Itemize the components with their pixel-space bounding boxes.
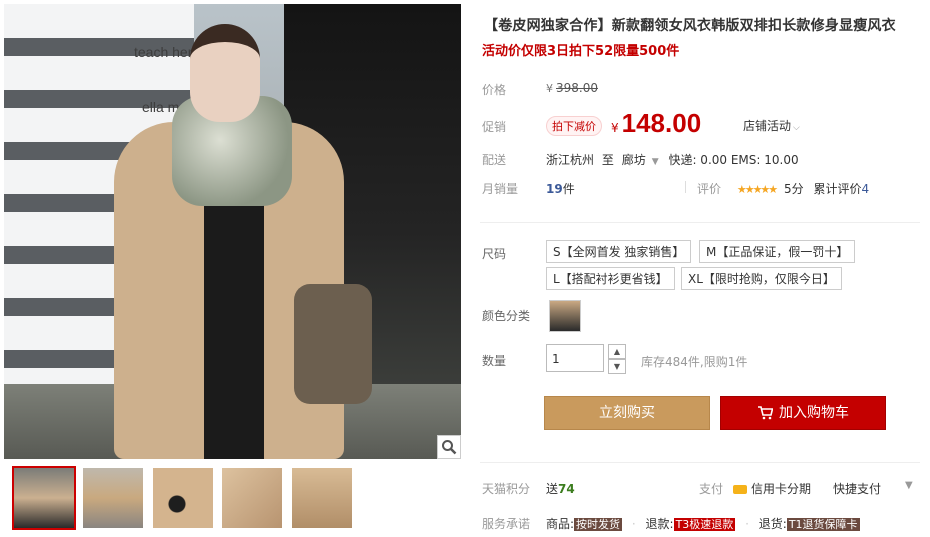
thumbnail-1[interactable]	[12, 466, 76, 530]
size-option-m[interactable]: M【正品保证，假一罚十】	[699, 240, 856, 263]
original-price-value: 398.00	[556, 81, 598, 95]
increase-button[interactable]: ▲	[608, 344, 626, 359]
quantity-label: 数量	[482, 354, 507, 368]
size-option-xl[interactable]: XL【限时抢购，仅限今日】	[681, 267, 842, 290]
original-price: ¥398.00	[546, 81, 598, 95]
divider	[685, 181, 686, 193]
decrease-button[interactable]: ▼	[608, 359, 626, 374]
points-prefix: 送	[546, 482, 559, 496]
monthly-sales: 19件	[546, 180, 575, 197]
caret-down-icon: ▼	[651, 157, 659, 167]
shipping-label: 配送	[482, 153, 507, 167]
model-head	[190, 24, 260, 122]
reviews: 评价 ★★★★★ 5分 累计评价4	[697, 180, 869, 197]
total-reviews-link[interactable]: 累计评价4	[813, 182, 869, 196]
product-info-panel: 【卷皮网独家合作】新款翻领女风衣韩版双排扣长款修身显瘦风衣 活动价仅限3日拍下5…	[475, 0, 930, 537]
promo-label: 促销	[482, 120, 507, 134]
product-subtitle: 活动价仅限3日拍下52限量500件	[482, 44, 680, 59]
service-return-label: 退货:	[758, 517, 787, 531]
ship-destination-select[interactable]: 廊坊 ▼	[622, 153, 659, 167]
expand-payment-icon[interactable]: ▼	[905, 480, 913, 491]
color-swatch[interactable]	[549, 300, 581, 332]
color-label: 颜色分类	[482, 309, 531, 323]
buy-now-button[interactable]: 立刻购买	[544, 396, 710, 430]
service-promises: 商品: 按时发货 · 退款: T3极速退款 · 退货: T1退货保障卡	[546, 515, 860, 532]
service-goods-label: 商品:	[546, 517, 575, 531]
thumbnail-3[interactable]	[153, 468, 213, 528]
service-goods-tag[interactable]: 按时发货	[574, 518, 623, 531]
cart-icon	[758, 406, 774, 420]
ship-destination: 廊坊	[621, 153, 646, 167]
promo-price: ¥148.00	[611, 108, 701, 139]
sales-count: 19	[546, 182, 563, 196]
add-to-cart-label: 加入购物车	[779, 405, 849, 421]
size-option-l[interactable]: L【搭配衬衫更省钱】	[546, 267, 675, 290]
total-reviews-count: 4	[861, 182, 870, 196]
shipping-info: 浙江杭州 至 廊坊 ▼ 快递: 0.00 EMS: 10.00	[546, 151, 799, 168]
service-label: 服务承诺	[482, 517, 531, 531]
divider	[480, 462, 920, 463]
thumbnail-2[interactable]	[83, 468, 143, 528]
payment-info: 支付 信用卡分期 快捷支付	[699, 480, 881, 497]
review-score: 5分	[783, 182, 804, 196]
credit-installment[interactable]: 信用卡分期	[751, 482, 811, 496]
promo-tag: 拍下减价	[546, 116, 602, 136]
magnifier-icon	[442, 440, 457, 455]
shop-activity-dropdown[interactable]: 店铺活动 ⌵	[743, 117, 800, 134]
background-sign-text: teach her	[134, 44, 193, 60]
divider	[480, 222, 920, 223]
separator-dot: ·	[745, 517, 749, 531]
size-label: 尺码	[482, 247, 507, 261]
thumbnail-4[interactable]	[222, 468, 282, 528]
payment-label: 支付	[699, 482, 724, 496]
quantity-stepper: ▲ ▼	[608, 344, 626, 374]
size-option-s[interactable]: S【全网首发 独家销售】	[546, 240, 692, 263]
ship-fees: 快递: 0.00 EMS: 10.00	[668, 153, 799, 167]
points-label: 天猫积分	[482, 482, 531, 496]
credit-card-icon	[733, 485, 748, 494]
model-bag	[294, 284, 372, 404]
stock-info: 库存484件,限购1件	[641, 355, 748, 369]
currency-symbol: ¥	[611, 121, 619, 135]
thumbnail-5[interactable]	[292, 468, 352, 528]
sales-unit: 件	[562, 182, 575, 196]
points-info: 送74	[546, 480, 575, 497]
service-refund-tag[interactable]: T3极速退款	[673, 518, 736, 531]
ship-from: 浙江杭州	[546, 153, 595, 167]
price-label: 价格	[482, 83, 507, 97]
ship-to-word: 至	[601, 153, 614, 167]
review-label: 评价	[697, 182, 722, 196]
promo-price-value: 148.00	[621, 108, 702, 138]
service-refund-label: 退款:	[645, 517, 674, 531]
service-return-tag[interactable]: T1退货保障卡	[786, 518, 860, 531]
shop-activity-label: 店铺活动	[743, 119, 792, 133]
chevron-down-icon: ⌵	[793, 123, 800, 133]
separator-dot: ·	[631, 517, 636, 531]
main-product-image[interactable]: teach her ella m	[4, 4, 461, 459]
currency-symbol: ¥	[546, 82, 553, 95]
add-to-cart-button[interactable]: 加入购物车	[720, 396, 886, 430]
zoom-button[interactable]	[437, 435, 461, 459]
sales-label: 月销量	[482, 182, 519, 196]
points-value: 74	[558, 482, 575, 496]
star-rating-icon: ★★★★★	[736, 183, 778, 196]
total-reviews-label: 累计评价	[813, 182, 862, 196]
product-title: 【卷皮网独家合作】新款翻领女风衣韩版双排扣长款修身显瘦风衣	[484, 18, 896, 34]
quantity-input[interactable]: 1	[546, 344, 604, 372]
quick-payment[interactable]: 快捷支付	[833, 482, 881, 496]
